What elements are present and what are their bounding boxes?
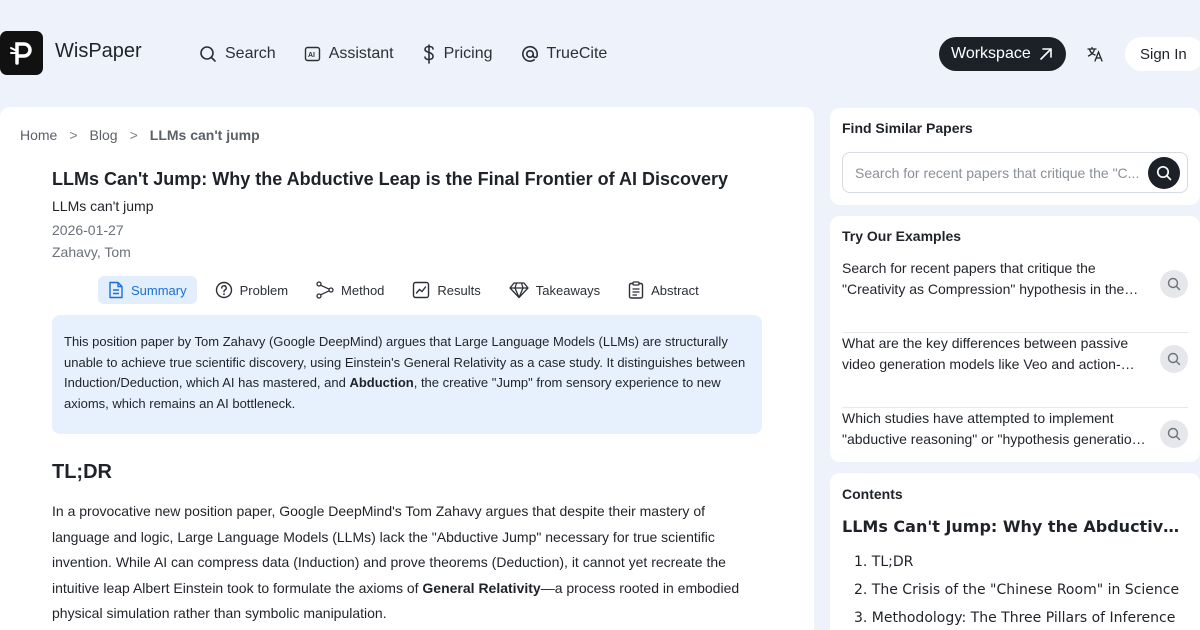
- search-icon: [200, 46, 216, 62]
- nav-truecite-label: TrueCite: [546, 45, 608, 62]
- summary-bold-term: Abduction: [349, 375, 414, 391]
- nav-assistant-label: Assistant: [328, 45, 394, 62]
- clipboard-icon: [628, 281, 644, 299]
- example-search-button[interactable]: [1160, 345, 1188, 373]
- contents-list: 1. TL;DR 2. The Crisis of the "Chinese R…: [854, 548, 1179, 630]
- body-bold-term: General Relativity: [422, 579, 541, 596]
- find-similar-card: Find Similar Papers: [830, 108, 1200, 205]
- example-item[interactable]: Search for recent papers that critique t…: [842, 258, 1188, 333]
- tab-results-label: Results: [437, 282, 481, 298]
- language-button[interactable]: [1084, 43, 1106, 65]
- nav-pricing-label: Pricing: [443, 45, 493, 62]
- tldr-paragraph: In a provocative new position paper, Goo…: [52, 499, 752, 627]
- article-title: LLMs Can't Jump: Why the Abductive Leap …: [52, 169, 729, 189]
- sign-in-button[interactable]: Sign In: [1125, 37, 1200, 71]
- article-subtitle: LLMs can't jump: [52, 198, 154, 214]
- brand-name[interactable]: WisPaper: [55, 40, 142, 63]
- search-icon: [1156, 165, 1172, 181]
- top-header: WisPaper Search AI Assistant Pricing Tru…: [0, 0, 1200, 107]
- tab-abstract[interactable]: Abstract: [618, 276, 709, 304]
- tab-method-label: Method: [341, 282, 385, 298]
- tab-summary-label: Summary: [131, 282, 187, 298]
- tab-takeaways[interactable]: Takeaways: [499, 276, 610, 304]
- article-card: Home > Blog > LLMs can't jump LLMs Can't…: [0, 107, 814, 630]
- wispaper-logo[interactable]: [0, 31, 43, 75]
- diamond-icon: [509, 282, 529, 299]
- contents-card: Contents LLMs Can't Jump: Why the Abduct…: [830, 473, 1200, 630]
- dollar-icon: [423, 44, 434, 64]
- breadcrumb-blog[interactable]: Blog: [90, 127, 118, 143]
- tab-problem-label: Problem: [239, 282, 289, 298]
- contents-item[interactable]: 3. Methodology: The Three Pillars of Inf…: [854, 604, 1179, 630]
- method-icon: [316, 281, 334, 299]
- example-item[interactable]: What are the key differences between pas…: [842, 333, 1188, 408]
- similar-search-box: [842, 152, 1188, 193]
- document-icon: [109, 281, 123, 299]
- find-similar-title: Find Similar Papers: [842, 120, 973, 136]
- svg-text:AI: AI: [308, 52, 315, 59]
- article-author[interactable]: Zahavy, Tom: [52, 244, 131, 260]
- similar-search-button[interactable]: [1148, 157, 1180, 189]
- tab-abstract-label: Abstract: [651, 282, 699, 298]
- workspace-button[interactable]: Workspace: [939, 37, 1066, 71]
- examples-card: Try Our Examples Search for recent paper…: [830, 216, 1200, 462]
- search-icon: [1167, 427, 1181, 441]
- search-icon: [1167, 277, 1181, 291]
- example-text: Which studies have attempted to implemen…: [842, 410, 1146, 447]
- workspace-label: Workspace: [951, 45, 1031, 62]
- main-nav: Search AI Assistant Pricing TrueCite: [199, 43, 635, 65]
- breadcrumb-current: LLMs can't jump: [149, 127, 260, 143]
- breadcrumb-home[interactable]: Home: [20, 127, 57, 143]
- contents-heading[interactable]: LLMs Can't Jump: Why the Abductive Leap …: [842, 517, 1188, 536]
- article-tabs: Summary Problem Method Results Takeaways…: [98, 276, 717, 304]
- tab-method[interactable]: Method: [306, 276, 394, 304]
- nav-truecite[interactable]: TrueCite: [521, 43, 608, 65]
- similar-search-input[interactable]: [855, 153, 1140, 192]
- breadcrumb-separator: >: [69, 127, 78, 143]
- example-text: Search for recent papers that critique t…: [842, 260, 1139, 297]
- example-item[interactable]: Which studies have attempted to implemen…: [842, 408, 1188, 483]
- breadcrumb: Home > Blog > LLMs can't jump: [20, 127, 260, 143]
- example-search-button[interactable]: [1160, 270, 1188, 298]
- summary-box: This position paper by Tom Zahavy (Googl…: [52, 315, 762, 434]
- tldr-heading: TL;DR: [52, 461, 112, 483]
- question-icon: [215, 281, 232, 299]
- arrow-up-right-icon: [1039, 48, 1052, 60]
- nav-search-label: Search: [225, 45, 276, 62]
- contents-item[interactable]: 2. The Crisis of the "Chinese Room" in S…: [854, 576, 1179, 604]
- translate-icon: [1087, 46, 1103, 62]
- ai-assistant-icon: AI: [304, 46, 320, 61]
- search-icon: [1167, 352, 1181, 366]
- examples-title: Try Our Examples: [842, 228, 962, 244]
- tab-problem[interactable]: Problem: [205, 276, 298, 304]
- contents-item[interactable]: 1. TL;DR: [854, 548, 1179, 576]
- tab-summary[interactable]: Summary: [98, 276, 197, 304]
- tab-results[interactable]: Results: [402, 276, 490, 304]
- nav-pricing[interactable]: Pricing: [422, 43, 493, 65]
- tab-takeaways-label: Takeaways: [535, 282, 601, 298]
- breadcrumb-separator: >: [129, 127, 138, 143]
- at-icon: [521, 45, 538, 62]
- nav-assistant[interactable]: AI Assistant: [304, 43, 394, 65]
- example-search-button[interactable]: [1160, 420, 1188, 448]
- nav-search[interactable]: Search: [199, 43, 276, 65]
- chart-line-icon: [413, 281, 430, 299]
- contents-title: Contents: [842, 486, 903, 502]
- article-date: 2026-01-27: [52, 222, 124, 238]
- example-text: What are the key differences between pas…: [842, 335, 1135, 372]
